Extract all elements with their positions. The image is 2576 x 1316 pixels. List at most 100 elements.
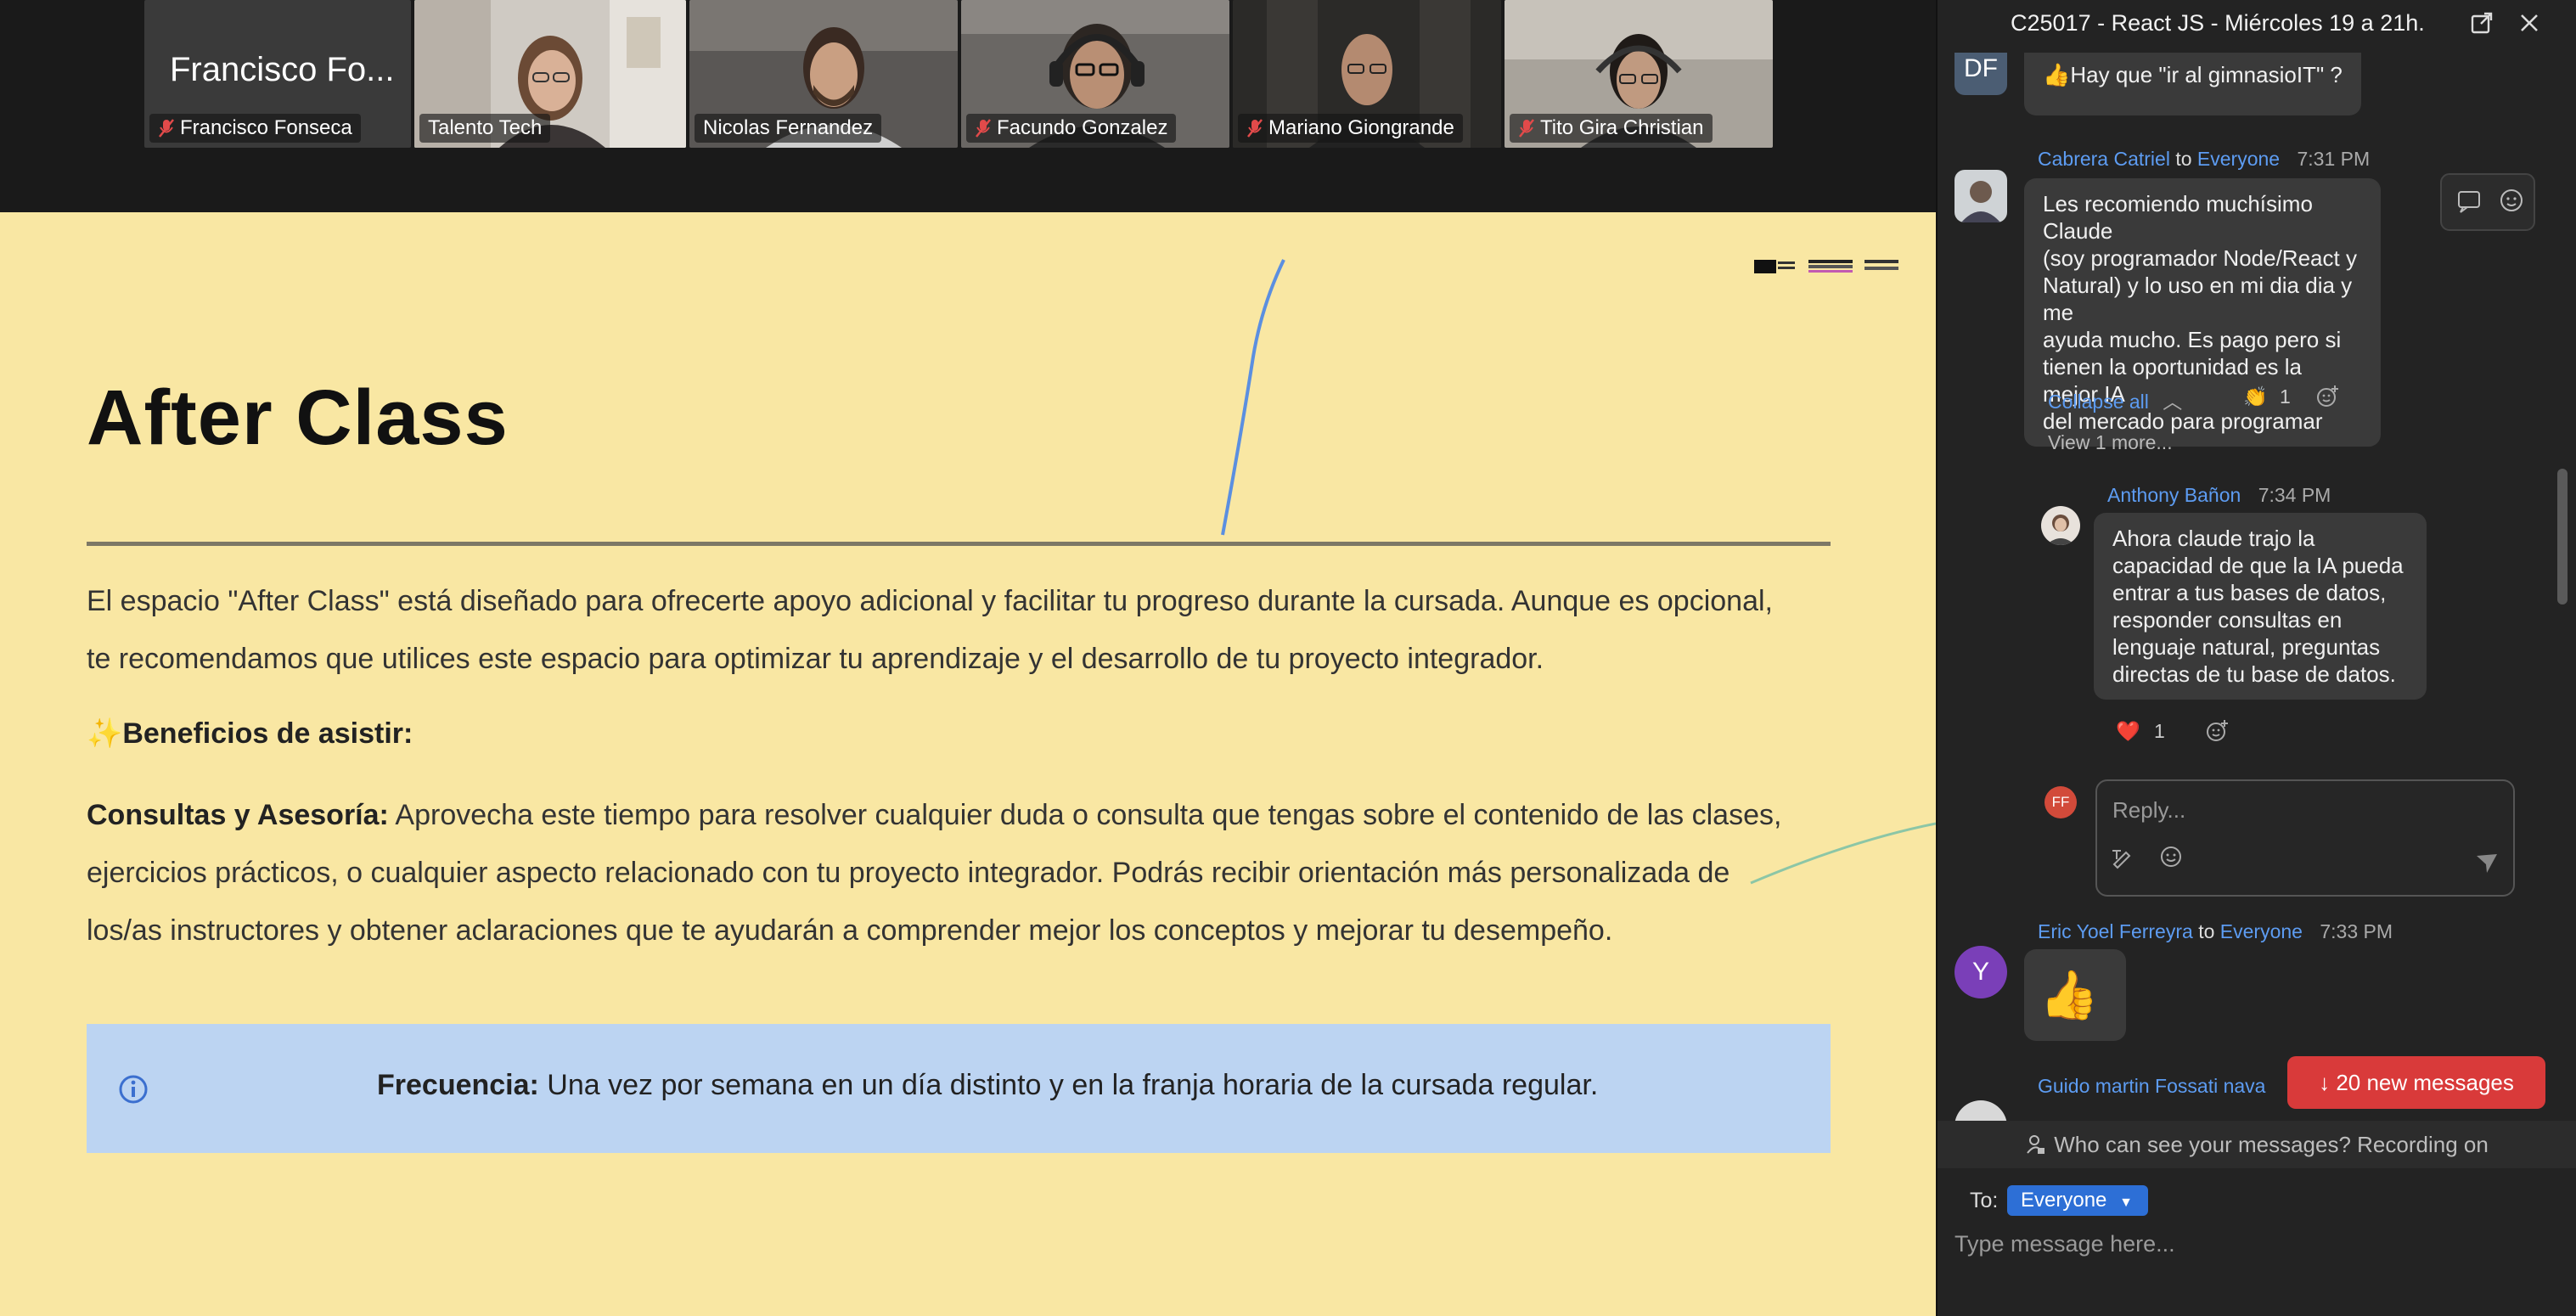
- consultas-line: Aprovecha este tiempo para resolver cual…: [388, 799, 1782, 831]
- message-meta: Eric Yoel Ferreyra to Everyone 7:33 PM: [2038, 920, 2393, 943]
- shared-slide: After Class El espacio "After Class" est…: [0, 212, 1936, 1316]
- recipient-name: Everyone: [2196, 148, 2281, 170]
- participant-name: Tito Gira Christian: [1540, 116, 1704, 139]
- reply-avatar: FF: [2044, 786, 2077, 818]
- participant-display-name: Francisco Fo...: [170, 51, 395, 88]
- avatar: [2041, 506, 2080, 545]
- chevron-up-icon: ︿: [2163, 391, 2183, 413]
- recipient-select-value: Everyone: [2021, 1189, 2107, 1212]
- participant-name-bar: Talento Tech: [419, 114, 551, 143]
- reaction-heart[interactable]: ❤️ 1: [2116, 720, 2165, 743]
- close-icon[interactable]: [2517, 10, 2542, 36]
- intro-line: El espacio "After Class" está diseñado p…: [87, 585, 1773, 617]
- consultas-label: Consultas y Asesoría:: [87, 799, 389, 831]
- message-meta: Anthony Bañon 7:34 PM: [2107, 484, 2331, 507]
- frecuencia-label: Frecuencia:: [377, 1069, 539, 1101]
- participant-name-bar: Tito Gira Christian: [1510, 114, 1713, 143]
- send-icon[interactable]: [2474, 851, 2500, 876]
- sender-name[interactable]: Eric Yoel Ferreyra: [2038, 920, 2193, 942]
- recipient-select[interactable]: Everyone ▼: [2007, 1185, 2148, 1216]
- reaction-count: 1: [2154, 720, 2165, 742]
- collapse-all-button[interactable]: Collapse all: [2048, 391, 2149, 413]
- frecuencia-value: Una vez por semana en un día distinto y …: [538, 1069, 1599, 1101]
- person-lock-icon: [2027, 1135, 2045, 1154]
- frecuencia-text: Frecuencia: Una vez por semana en un día…: [377, 1063, 1598, 1107]
- sender-name[interactable]: Guido martin Fossati nava: [2038, 1075, 2265, 1097]
- reaction-clap[interactable]: 👏 1: [2243, 385, 2291, 408]
- message-bubble: 👍: [2024, 949, 2126, 1041]
- to-label: To:: [1970, 1189, 1999, 1212]
- reply-in-thread-icon[interactable]: [2440, 173, 2535, 231]
- participant-tile-mariano-giongrande[interactable]: Mariano Giongrande: [1233, 0, 1501, 148]
- participant-name-bar: Facundo Gonzalez: [966, 114, 1177, 143]
- sponsor-logos: [1754, 260, 1898, 273]
- clap-emoji: 👏: [2243, 385, 2268, 408]
- add-reaction-icon[interactable]: [2204, 718, 2230, 744]
- privacy-notice[interactable]: Who can see your messages? Recording on: [1938, 1121, 2576, 1168]
- to-word: to: [2175, 148, 2192, 170]
- participant-tile-facundo-gonzalez[interactable]: Facundo Gonzalez: [961, 0, 1229, 148]
- view-more-link[interactable]: View 1 more...: [2048, 431, 2173, 454]
- participant-tile-talento-tech[interactable]: Talento Tech: [414, 0, 686, 148]
- add-reaction-icon[interactable]: [2314, 384, 2340, 409]
- message-bubble: Ahora claude trajo la capacidad de que l…: [2094, 513, 2427, 700]
- participant-name: Nicolas Fernandez: [703, 116, 874, 139]
- privacy-text: Who can see your messages? Recording on: [2054, 1132, 2489, 1157]
- emoji-icon[interactable]: [2158, 844, 2184, 869]
- participant-name: Mariano Giongrande: [1268, 116, 1454, 139]
- consultas-paragraph: Consultas y Asesoría: Aprovecha este tie…: [87, 786, 1853, 959]
- annotation-stroke: [1221, 259, 1285, 536]
- participant-name: Talento Tech: [428, 116, 543, 139]
- message-line: entrar a tus bases de datos,: [2112, 580, 2387, 605]
- message-input[interactable]: [1954, 1226, 2549, 1262]
- participant-tile-francisco[interactable]: Francisco Fo... Francisco Fonseca: [144, 0, 411, 148]
- timestamp: 7:33 PM: [2320, 920, 2393, 942]
- reply-input[interactable]: [2112, 793, 2469, 827]
- message-line: capacidad de que la IA pueda: [2112, 553, 2404, 578]
- message-meta: Cabrera Catriel to Everyone 7:31 PM: [2038, 148, 2370, 171]
- thread-controls: Collapse all ︿: [2048, 385, 2182, 414]
- muted-mic-icon: [1247, 119, 1263, 138]
- caret-down-icon: ▼: [2119, 1195, 2133, 1210]
- participant-tile-nicolas-fernandez[interactable]: Nicolas Fernandez: [689, 0, 958, 148]
- benefits-heading-text: Beneficios de asistir:: [122, 717, 413, 750]
- video-gallery: Francisco Fo... Francisco Fonseca Talent…: [0, 0, 1936, 212]
- title-divider: [87, 542, 1831, 546]
- to-word: to: [2198, 920, 2215, 942]
- slide-title: After Class: [87, 374, 509, 461]
- chat-scrollbar[interactable]: [2557, 469, 2568, 605]
- sender-name[interactable]: Cabrera Catriel: [2038, 148, 2170, 170]
- muted-mic-icon: [1519, 119, 1534, 138]
- heart-emoji: ❤️: [2116, 720, 2140, 742]
- consultas-line: ejercicios prácticos, o cualquier aspect…: [87, 857, 1730, 889]
- reaction-count: 1: [2280, 385, 2291, 408]
- muted-mic-icon: [159, 119, 174, 138]
- recipient-name: Everyone: [2219, 920, 2303, 942]
- info-circle-icon: [119, 1075, 148, 1104]
- sparkles-icon: ✨: [87, 717, 123, 750]
- message-line: Les recomiendo muchísimo Claude: [2043, 191, 2313, 244]
- chat-panel: C25017 - React JS - Miércoles 19 a 21h. …: [1936, 0, 2576, 1316]
- message-line: responder consultas en: [2112, 607, 2343, 633]
- participant-name-bar: Nicolas Fernandez: [695, 114, 882, 143]
- chat-header: C25017 - React JS - Miércoles 19 a 21h.: [1938, 0, 2576, 53]
- sender-name[interactable]: Anthony Bañon: [2107, 484, 2241, 506]
- avatar: Y: [1954, 946, 2007, 998]
- intro-paragraph: El espacio "After Class" está diseñado p…: [87, 572, 1853, 688]
- message-line: Natural) y lo uso en mi dia dia y me: [2043, 273, 2353, 325]
- avatar: DF: [1954, 53, 2007, 95]
- popout-icon[interactable]: [2469, 10, 2494, 36]
- consultas-line: los/as instructores y obtener aclaracion…: [87, 914, 1613, 947]
- participant-tile-tito-gira-christian[interactable]: Tito Gira Christian: [1505, 0, 1773, 148]
- participant-name: Francisco Fonseca: [180, 116, 352, 139]
- participant-name: Facundo Gonzalez: [997, 116, 1168, 139]
- message-line: (soy programador Node/React y: [2043, 245, 2357, 271]
- new-messages-button[interactable]: ↓ 20 new messages: [2287, 1056, 2545, 1109]
- benefits-heading: ✨Beneficios de asistir:: [87, 705, 1853, 762]
- chat-message-list[interactable]: DF 👍Hay que "ir al gimnasioIT" ? Cabrera…: [1938, 53, 2576, 1121]
- timestamp: 7:31 PM: [2297, 148, 2371, 170]
- frecuencia-callout: Frecuencia: Una vez por semana en un día…: [87, 1024, 1831, 1153]
- message-line: ayuda mucho. Es pago pero si: [2043, 327, 2342, 352]
- format-icon[interactable]: [2109, 844, 2134, 869]
- message-line: Ahora claude trajo la: [2112, 526, 2315, 551]
